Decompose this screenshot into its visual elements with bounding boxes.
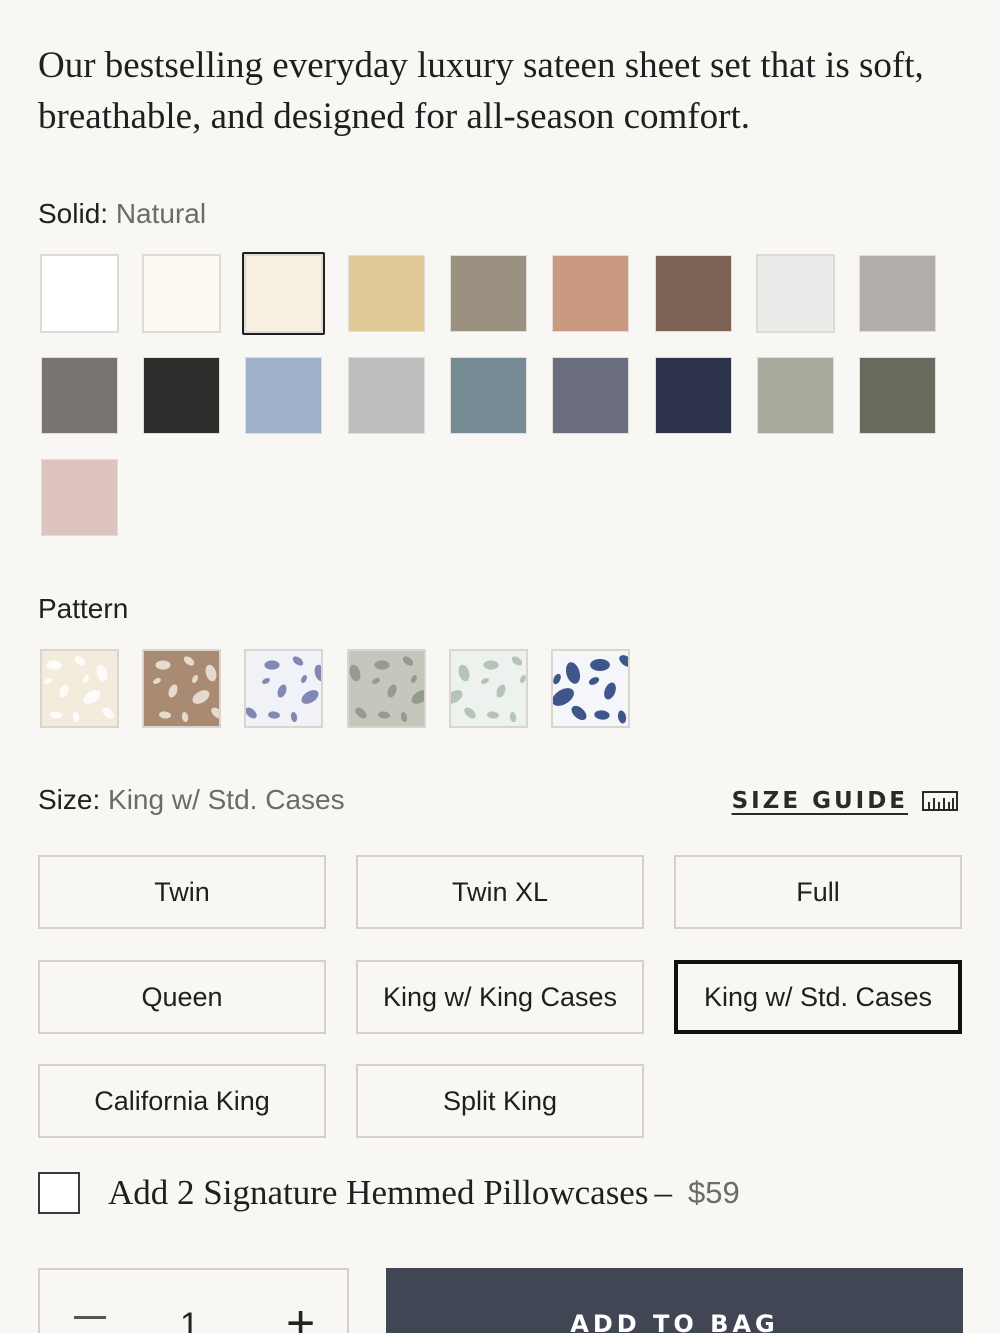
size-option-button[interactable]: Full — [674, 855, 962, 929]
size-option-button[interactable]: Split King — [356, 1064, 644, 1138]
solid-label: Solid: — [38, 198, 109, 229]
color-swatch[interactable] — [451, 358, 526, 433]
color-swatch[interactable] — [42, 460, 117, 535]
size-label-row: Size: King w/ Std. Cases — [38, 784, 345, 816]
color-swatch[interactable] — [656, 358, 731, 433]
color-swatch[interactable] — [553, 358, 628, 433]
size-option-label: California King — [94, 1085, 270, 1116]
selected-swatch-outline — [242, 252, 325, 335]
size-option-button[interactable]: California King — [38, 1064, 326, 1138]
pattern-swatch[interactable] — [553, 651, 628, 726]
color-swatch[interactable] — [42, 358, 117, 433]
pattern-label: Pattern — [38, 593, 129, 624]
addon-text: Add 2 Signature Hemmed Pillowcases — [108, 1173, 649, 1212]
size-option-label: King w/ Std. Cases — [703, 981, 933, 1012]
selected-size-name: King w/ Std. Cases — [108, 784, 345, 815]
add-to-bag-label: ADD TO BAG — [570, 1310, 779, 1333]
size-option-label: Twin XL — [451, 876, 549, 907]
size-option-button[interactable]: Twin — [38, 855, 326, 929]
quantity-value[interactable]: 1 — [180, 1306, 199, 1333]
size-label: Size: — [38, 784, 101, 815]
color-swatch[interactable] — [758, 358, 833, 433]
quantity-stepper: 1 + — [38, 1268, 349, 1333]
color-swatch[interactable] — [451, 256, 526, 331]
decrease-quantity-button[interactable] — [74, 1316, 106, 1319]
size-option-label: King w/ King Cases — [382, 981, 618, 1012]
pattern-swatch[interactable] — [451, 651, 526, 726]
color-swatch[interactable] — [349, 358, 424, 433]
color-swatch[interactable] — [860, 256, 935, 331]
selected-color-name: Natural — [115, 198, 207, 229]
size-guide-label: SIZE GUIDE — [731, 788, 908, 814]
addon-price: $59 — [687, 1175, 740, 1210]
size-option-label: Split King — [442, 1085, 558, 1116]
size-guide-link[interactable]: SIZE GUIDE — [732, 788, 958, 814]
solid-color-label: Solid: Natural — [38, 198, 206, 230]
add-to-bag-button[interactable]: ADD TO BAG — [386, 1268, 963, 1333]
color-swatch[interactable] — [758, 256, 833, 331]
color-swatch[interactable] — [656, 256, 731, 331]
increase-quantity-button[interactable]: + — [286, 1298, 315, 1333]
pattern-swatch[interactable] — [349, 651, 424, 726]
addon-checkbox[interactable] — [38, 1172, 80, 1214]
product-description: Our bestselling everyday luxury sateen s… — [38, 45, 924, 137]
size-option-label: Queen — [141, 981, 223, 1012]
pattern-swatch[interactable] — [42, 651, 117, 726]
pattern-swatch[interactable] — [144, 651, 219, 726]
size-option-label: Full — [796, 876, 840, 907]
ruler-icon — [922, 791, 958, 811]
pillowcase-addon: Add 2 Signature Hemmed Pillowcases – $59 — [38, 1172, 740, 1214]
color-swatch[interactable] — [42, 256, 117, 331]
size-option-label: Twin — [154, 876, 210, 907]
color-swatch[interactable] — [553, 256, 628, 331]
color-swatch[interactable] — [144, 358, 219, 433]
size-option-button[interactable]: King w/ King Cases — [356, 960, 644, 1034]
size-option-button[interactable]: King w/ Std. Cases — [674, 960, 962, 1034]
color-swatch[interactable] — [860, 358, 935, 433]
pattern-swatch[interactable] — [246, 651, 321, 726]
size-option-button[interactable]: Queen — [38, 960, 326, 1034]
size-option-button[interactable]: Twin XL — [356, 855, 644, 929]
color-swatch[interactable] — [349, 256, 424, 331]
color-swatch[interactable] — [246, 358, 321, 433]
color-swatch[interactable] — [144, 256, 219, 331]
addon-dash: – — [654, 1173, 672, 1212]
